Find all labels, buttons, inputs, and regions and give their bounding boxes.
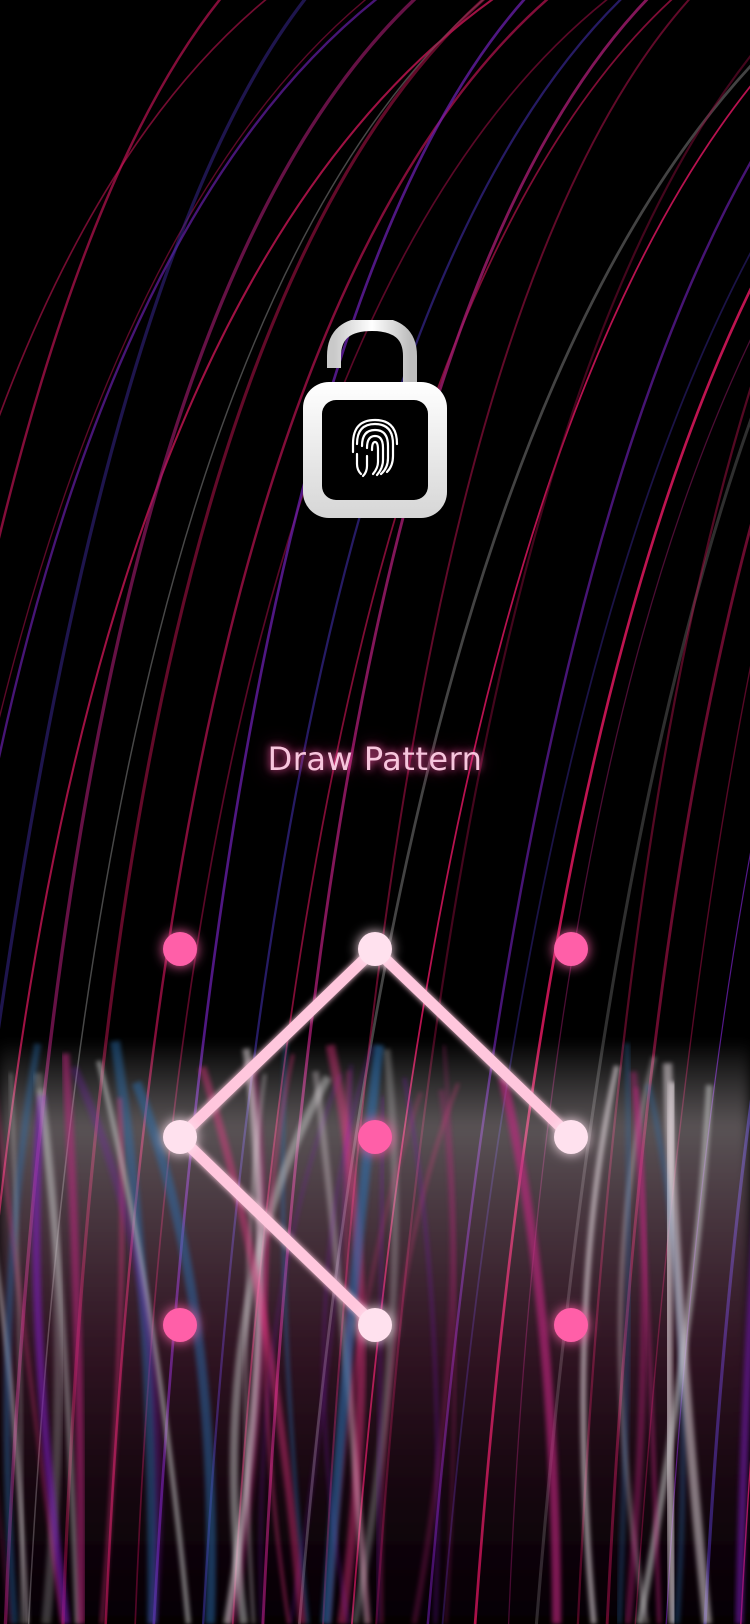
pattern-dot-7[interactable] <box>163 1308 197 1342</box>
pattern-dot-9[interactable] <box>554 1308 588 1342</box>
pattern-dot-3[interactable] <box>554 932 588 966</box>
pattern-dot-5[interactable] <box>358 1120 392 1154</box>
pattern-lock-grid[interactable] <box>0 0 750 1624</box>
pattern-dot-6[interactable] <box>554 1120 588 1154</box>
pattern-segment <box>174 943 381 1143</box>
pattern-segment <box>174 1131 381 1331</box>
pattern-dot-4[interactable] <box>163 1120 197 1154</box>
pattern-segment <box>369 943 577 1143</box>
pattern-dot-1[interactable] <box>163 932 197 966</box>
pattern-dot-2[interactable] <box>358 932 392 966</box>
pattern-dot-8[interactable] <box>358 1308 392 1342</box>
